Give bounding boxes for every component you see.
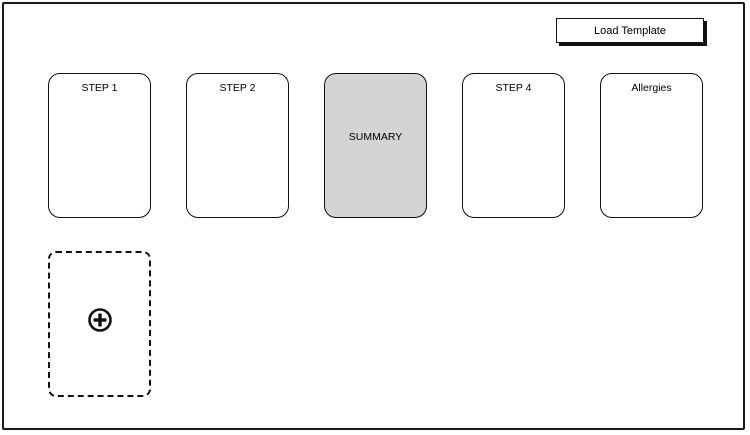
card-step-1[interactable]: STEP 1 bbox=[48, 73, 151, 218]
plus-circle-icon bbox=[88, 308, 112, 332]
card-summary[interactable]: SUMMARY bbox=[324, 73, 427, 218]
card-label: Allergies bbox=[631, 82, 672, 94]
card-label: STEP 4 bbox=[495, 82, 532, 94]
add-card-button[interactable] bbox=[48, 251, 151, 397]
card-label: STEP 2 bbox=[219, 82, 256, 94]
card-step-4[interactable]: STEP 4 bbox=[462, 73, 565, 218]
card-label: STEP 1 bbox=[81, 82, 118, 94]
card-step-2[interactable]: STEP 2 bbox=[186, 73, 289, 218]
load-template-label: Load Template bbox=[594, 24, 666, 37]
card-allergies[interactable]: Allergies bbox=[600, 73, 703, 218]
card-label: SUMMARY bbox=[348, 131, 403, 143]
load-template-button[interactable]: Load Template bbox=[556, 18, 704, 43]
